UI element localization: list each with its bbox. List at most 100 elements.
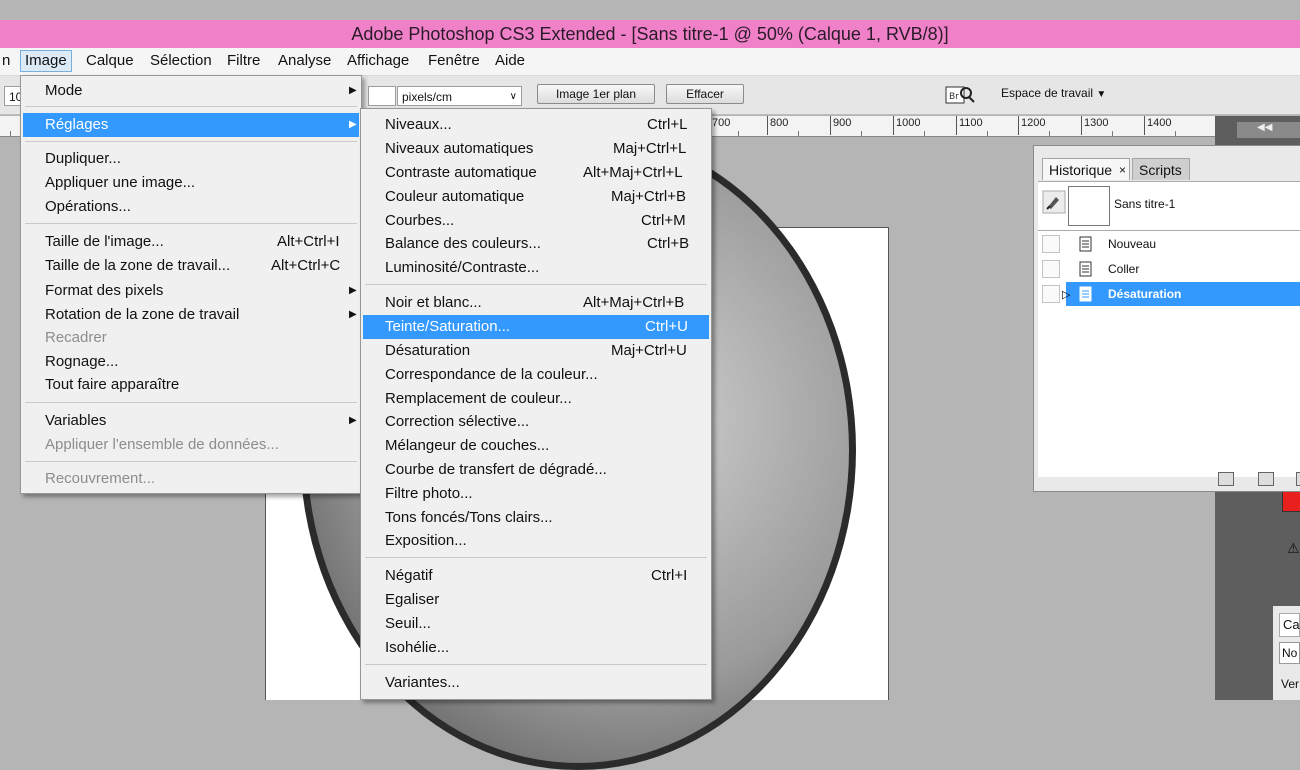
menu-item-correspondance-couleur[interactable]: Correspondance de la couleur... (363, 363, 709, 387)
dock-tab[interactable]: Ca (1279, 613, 1300, 637)
history-panel: Historique × Scripts Sans titre-1 Nouvea… (1033, 145, 1300, 492)
tab-historique-label: Historique (1049, 162, 1113, 178)
menu-item-egaliser[interactable]: Egaliser (363, 588, 709, 612)
menu-item-noir-et-blanc[interactable]: Noir et blanc... Alt+Maj+Ctrl+B (363, 291, 709, 315)
menu-item-courbe-transfert-degrade[interactable]: Courbe de transfert de dégradé... (363, 458, 709, 482)
menu-item-remplacement-couleur[interactable]: Remplacement de couleur... (363, 387, 709, 411)
menu-item-isohelie[interactable]: Isohélie... (363, 636, 709, 660)
menu-item-operations[interactable]: Opérations... (23, 195, 359, 219)
history-state-checkbox[interactable] (1042, 235, 1060, 253)
menu-item-filtre-photo[interactable]: Filtre photo... (363, 482, 709, 506)
history-state-icon (1078, 261, 1094, 277)
menu-fenetre[interactable]: Fenêtre (424, 51, 484, 71)
close-icon[interactable]: × (1119, 159, 1126, 181)
menu-item-correction-selective[interactable]: Correction sélective... (363, 410, 709, 434)
menu-item-format-pixels[interactable]: Format des pixels ▶ (23, 279, 359, 303)
menu-item-mode[interactable]: Mode ▶ (23, 79, 359, 103)
submenu-arrow-icon: ▶ (349, 309, 357, 320)
menu-item-melangeur-couches[interactable]: Mélangeur de couches... (363, 434, 709, 458)
menu-item-label: Variables (45, 412, 107, 429)
menu-item-reglages[interactable]: Réglages ▶ (23, 113, 359, 137)
tab-scripts[interactable]: Scripts (1132, 158, 1190, 180)
menu-item-contraste-automatique[interactable]: Contraste automatique Alt+Maj+Ctrl+L (363, 161, 709, 185)
menu-item-tout-faire-apparaitre[interactable]: Tout faire apparaître (23, 373, 359, 397)
menu-item-label: Taille de la zone de travail... (45, 257, 231, 274)
dock-field[interactable]: No (1279, 642, 1300, 664)
history-state-coller[interactable]: Coller (1038, 257, 1300, 281)
menu-item-label: Dupliquer... (45, 150, 121, 167)
menu-item-desaturation[interactable]: Désaturation Maj+Ctrl+U (363, 339, 709, 363)
menu-item-teinte-saturation[interactable]: Teinte/Saturation... Ctrl+U (363, 315, 709, 339)
snapshot-thumbnail[interactable] (1068, 186, 1110, 226)
menu-analyse[interactable]: Analyse (274, 51, 335, 71)
workspace-menu[interactable]: Espace de travail ▼ (1001, 86, 1106, 100)
tab-historique[interactable]: Historique × (1042, 158, 1130, 180)
svg-text:Br: Br (949, 92, 959, 102)
menu-edition-partial[interactable]: n (0, 51, 14, 71)
menu-item-negatif[interactable]: Négatif Ctrl+I (363, 564, 709, 588)
menu-item-label: Remplacement de couleur... (385, 390, 572, 407)
menu-item-couleur-automatique[interactable]: Couleur automatique Maj+Ctrl+B (363, 185, 709, 209)
menu-item-variables[interactable]: Variables ▶ (23, 409, 359, 433)
menu-item-label: Appliquer une image... (45, 174, 196, 191)
menu-item-niveaux-automatiques[interactable]: Niveaux automatiques Maj+Ctrl+L (363, 137, 709, 161)
history-state-checkbox[interactable] (1042, 285, 1060, 303)
menu-item-tons-fonces-clairs[interactable]: Tons foncés/Tons clairs... (363, 506, 709, 530)
resolution-field[interactable] (368, 86, 396, 106)
menu-item-rotation-zone[interactable]: Rotation de la zone de travail ▶ (23, 303, 359, 327)
new-document-from-state-icon[interactable] (1218, 472, 1234, 486)
front-image-button[interactable]: Image 1er plan (537, 84, 655, 104)
menu-item-dupliquer[interactable]: Dupliquer... (23, 147, 359, 171)
snapshot-label[interactable]: Sans titre-1 (1114, 197, 1175, 211)
menu-image[interactable]: Image (20, 50, 72, 72)
ruler-label: 1400 (1147, 117, 1172, 129)
menu-item-exposition[interactable]: Exposition... (363, 529, 709, 553)
menu-item-appliquer-image[interactable]: Appliquer une image... (23, 171, 359, 195)
menu-item-label: Courbes... (385, 212, 455, 229)
menu-calque[interactable]: Calque (82, 51, 138, 71)
menu-item-niveaux[interactable]: Niveaux... Ctrl+L (363, 113, 709, 137)
camera-icon[interactable] (1258, 472, 1274, 486)
menu-item-luminosite-contraste[interactable]: Luminosité/Contraste... (363, 256, 709, 280)
menu-item-shortcut: Alt+Ctrl+C (271, 257, 341, 274)
menu-item-label: Recadrer (45, 329, 107, 346)
triangle-down-icon: ▼ (1096, 89, 1107, 100)
menu-item-taille-zone-travail[interactable]: Taille de la zone de travail... Alt+Ctrl… (23, 254, 359, 278)
menu-item-balance-couleurs[interactable]: Balance des couleurs... Ctrl+B (363, 232, 709, 256)
menu-item-shortcut: Alt+Ctrl+I (277, 233, 340, 250)
clear-button[interactable]: Effacer (666, 84, 744, 104)
menu-item-appliquer-ensemble: Appliquer l'ensemble de données... (23, 433, 359, 457)
menu-filtre[interactable]: Filtre (223, 51, 264, 71)
history-state-marker-icon: ▷ (1062, 289, 1071, 301)
history-state-label: Coller (1108, 262, 1140, 276)
menu-affichage[interactable]: Affichage (343, 51, 413, 71)
menu-item-seuil[interactable]: Seuil... (363, 612, 709, 636)
menu-item-label: Réglages (45, 116, 109, 133)
history-state-checkbox[interactable] (1042, 260, 1060, 278)
history-state-label: Nouveau (1108, 237, 1157, 251)
menu-item-shortcut: Ctrl+M (641, 212, 686, 229)
menu-item-label: Niveaux... (385, 116, 452, 133)
menu-item-label: Désaturation (385, 342, 471, 359)
bridge-icon[interactable]: Br (944, 84, 976, 106)
history-state-nouveau[interactable]: Nouveau (1038, 232, 1300, 256)
menu-item-shortcut: Maj+Ctrl+L (613, 140, 687, 157)
menu-item-label: Isohélie... (385, 639, 450, 656)
menu-selection[interactable]: Sélection (146, 51, 216, 71)
brush-source-icon[interactable] (1042, 190, 1066, 214)
menu-item-rognage[interactable]: Rognage... (23, 350, 359, 374)
menu-item-shortcut: Ctrl+L (647, 116, 688, 133)
menu-item-courbes[interactable]: Courbes... Ctrl+M (363, 209, 709, 233)
menu-item-variantes[interactable]: Variantes... (363, 671, 709, 695)
submenu-arrow-icon: ▶ (349, 415, 357, 426)
menu-item-label: Exposition... (385, 532, 467, 549)
unit-select[interactable]: pixels/cm ∨ (397, 86, 522, 106)
history-state-desaturation[interactable]: Désaturation (1066, 282, 1300, 306)
menu-item-label: Variantes... (385, 674, 460, 691)
collapse-icon[interactable]: ◀◀ (1257, 122, 1272, 133)
menu-aide[interactable]: Aide (491, 51, 529, 71)
menu-item-taille-image[interactable]: Taille de l'image... Alt+Ctrl+I (23, 230, 359, 254)
dock-header[interactable]: ◀◀ (1237, 122, 1300, 138)
ruler-label: 900 (833, 117, 852, 129)
trash-icon[interactable] (1296, 472, 1300, 486)
